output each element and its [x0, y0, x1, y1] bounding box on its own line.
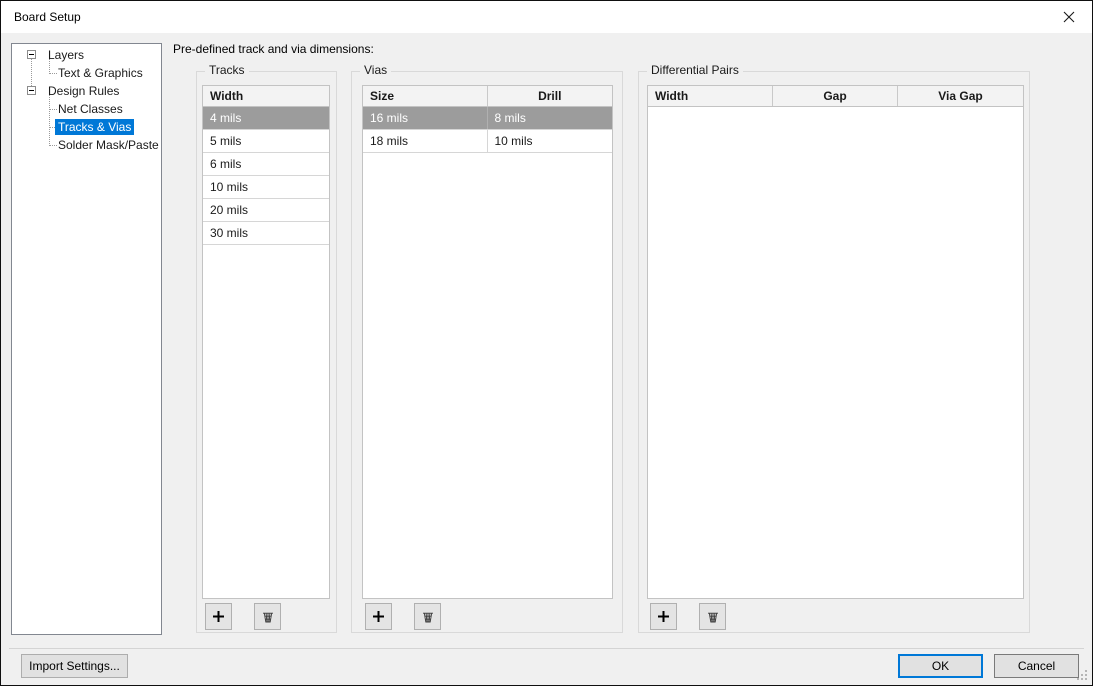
table-cell[interactable]: 18 mils	[363, 130, 488, 152]
close-button[interactable]	[1046, 1, 1092, 32]
plus-icon	[656, 609, 671, 624]
dialog-title: Board Setup	[14, 1, 81, 33]
table-row[interactable]: 6 mils	[203, 153, 329, 176]
column-header-gap[interactable]: Gap	[773, 86, 898, 106]
table-row[interactable]: 18 mils10 mils	[363, 130, 612, 153]
group-vias: ViasSizeDrill16 mils8 mils18 mils10 mils	[351, 71, 623, 633]
add-row-button[interactable]	[205, 603, 232, 630]
tree-collapse-icon[interactable]	[27, 50, 36, 59]
import-settings-button[interactable]: Import Settings...	[21, 654, 128, 678]
tree-collapse-icon[interactable]	[27, 86, 36, 95]
group-tracks: TracksWidth4 mils5 mils6 mils10 mils20 m…	[196, 71, 337, 633]
sidebar-item-layers[interactable]: Layers	[45, 46, 87, 64]
sidebar-item-design-rules[interactable]: Design Rules	[45, 82, 122, 100]
add-row-button[interactable]	[365, 603, 392, 630]
settings-tree: Layers Text & Graphics Design Rules Net Cla…	[11, 43, 162, 635]
table-row[interactable]: 20 mils	[203, 199, 329, 222]
add-row-button[interactable]	[650, 603, 677, 630]
table-cell[interactable]: 20 mils	[203, 199, 329, 221]
column-header-via-gap[interactable]: Via Gap	[898, 86, 1023, 106]
cancel-button[interactable]: Cancel	[994, 654, 1079, 678]
page-title: Pre-defined track and via dimensions:	[173, 42, 374, 56]
sidebar-item-label: Design Rules	[45, 83, 122, 99]
grid-differential-pairs: WidthGapVia Gap	[647, 85, 1024, 599]
sidebar-item-label: Layers	[45, 47, 87, 63]
sidebar-item-label: Net Classes	[55, 101, 126, 117]
group-title: Tracks	[205, 63, 249, 77]
column-header-width[interactable]: Width	[648, 86, 773, 106]
sidebar-item-label: Text & Graphics	[55, 65, 146, 81]
group-title: Differential Pairs	[647, 63, 743, 77]
plus-icon	[371, 609, 386, 624]
plus-icon	[211, 609, 226, 624]
table-cell[interactable]: 10 mils	[488, 130, 613, 152]
table-row[interactable]: 10 mils	[203, 176, 329, 199]
resize-grip[interactable]	[1075, 668, 1089, 682]
table-row[interactable]: 5 mils	[203, 130, 329, 153]
sidebar-item-label: Solder Mask/Paste	[55, 137, 162, 153]
trash-icon	[260, 609, 276, 625]
table-row[interactable]: 4 mils	[203, 107, 329, 130]
group-title: Vias	[360, 63, 391, 77]
table-cell[interactable]: 10 mils	[203, 176, 329, 198]
sidebar-item-solder-mask-paste[interactable]: Solder Mask/Paste	[55, 136, 162, 154]
sidebar-item-text-graphics[interactable]: Text & Graphics	[55, 64, 146, 82]
sidebar-item-tracks-vias[interactable]: Tracks & Vias	[55, 118, 134, 136]
tree-connector	[49, 93, 50, 146]
table-cell[interactable]: 16 mils	[363, 107, 488, 129]
titlebar: Board Setup	[1, 1, 1092, 33]
table-cell[interactable]: 30 mils	[203, 222, 329, 244]
close-icon	[1063, 11, 1075, 23]
table-cell[interactable]: 5 mils	[203, 130, 329, 152]
column-header-width[interactable]: Width	[203, 86, 329, 106]
board-setup-dialog: Board Setup Layers Text & Graphics Design …	[0, 0, 1093, 686]
trash-icon	[705, 609, 721, 625]
grid-vias: SizeDrill16 mils8 mils18 mils10 mils	[362, 85, 613, 599]
grid-header-row: WidthGapVia Gap	[648, 86, 1023, 107]
delete-row-button[interactable]	[414, 603, 441, 630]
table-cell[interactable]: 8 mils	[488, 107, 613, 129]
grid-header-row: Width	[203, 86, 329, 107]
table-cell[interactable]: 6 mils	[203, 153, 329, 175]
table-cell[interactable]: 4 mils	[203, 107, 329, 129]
grid-header-row: SizeDrill	[363, 86, 612, 107]
table-row[interactable]: 30 mils	[203, 222, 329, 245]
ok-button[interactable]: OK	[898, 654, 983, 678]
delete-row-button[interactable]	[254, 603, 281, 630]
trash-icon	[420, 609, 436, 625]
column-header-drill[interactable]: Drill	[488, 86, 613, 106]
group-differential-pairs: Differential PairsWidthGapVia Gap	[638, 71, 1030, 633]
grid-tracks: Width4 mils5 mils6 mils10 mils20 mils30 …	[202, 85, 330, 599]
sidebar-item-net-classes[interactable]: Net Classes	[55, 100, 126, 118]
table-row[interactable]: 16 mils8 mils	[363, 107, 612, 130]
column-header-size[interactable]: Size	[363, 86, 488, 106]
footer-divider	[9, 648, 1084, 649]
delete-row-button[interactable]	[699, 603, 726, 630]
sidebar-item-label: Tracks & Vias	[55, 119, 134, 135]
